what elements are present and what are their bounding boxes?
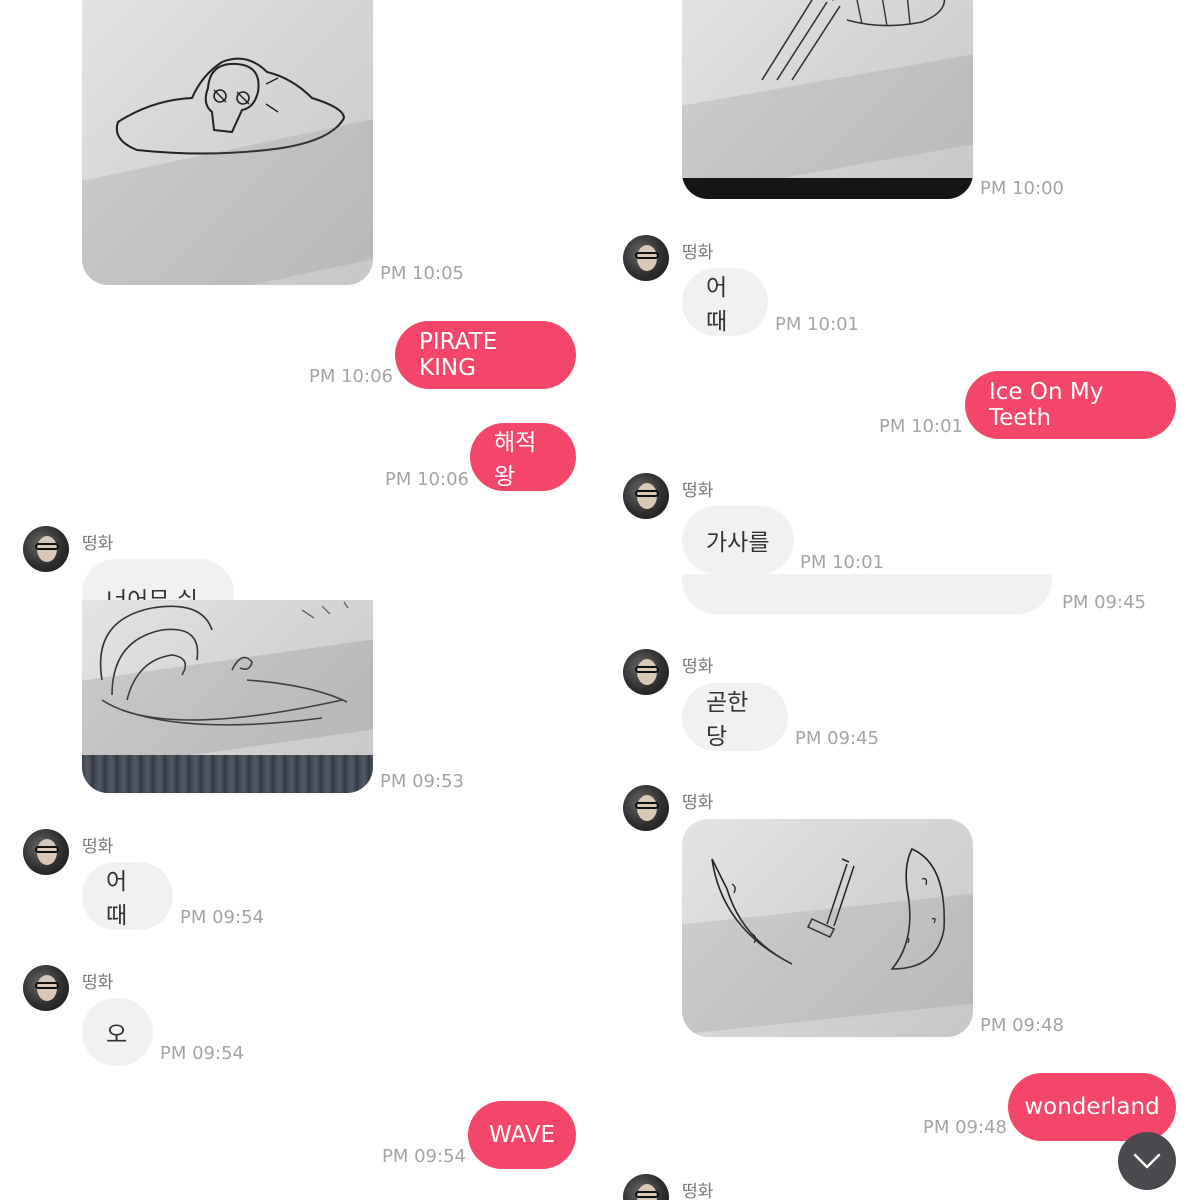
timestamp: PM 09:48 [923,1117,1007,1138]
avatar[interactable] [23,965,69,1011]
timestamp: PM 10:06 [385,469,469,490]
cut-off-message: PM 09:45 [600,574,1200,614]
sender-name: 떵화 [682,1182,714,1200]
timestamp: PM 09:54 [160,1043,244,1064]
timestamp: PM 10:01 [775,314,859,335]
timestamp: PM 09:53 [380,771,464,792]
sender-name: 떵화 [682,243,714,263]
avatar[interactable] [23,526,69,572]
avatar[interactable] [23,829,69,875]
timestamp: PM 10:06 [309,366,393,387]
chat-panel-right[interactable]: PM 10:00 떵화 어때 PM 10:01 Ice On My Teeth … [600,0,1200,1200]
avatar[interactable] [623,649,669,695]
sender-name: 떵화 [682,793,714,813]
sender-name: 떵화 [682,481,714,501]
outgoing-message[interactable]: WAVE [468,1101,576,1169]
incoming-message[interactable]: 가사를 [682,506,794,574]
timestamp: PM 09:48 [980,1015,1064,1036]
outgoing-message[interactable]: Ice On My Teeth [965,371,1176,439]
chevron-down-icon [1133,1153,1161,1169]
outgoing-message[interactable]: PIRATE KING [395,321,576,389]
chat-panel-left[interactable]: PM 10:05 PIRATE KING PM 10:06 해적왕 PM 10:… [0,0,600,1200]
timestamp: PM 10:01 [800,552,884,573]
scroll-to-bottom-button[interactable] [1118,1132,1176,1190]
photo-swords-drawing[interactable] [682,819,973,1037]
avatar[interactable] [623,1174,669,1200]
incoming-message[interactable]: 어때 [682,268,768,336]
sender-name: 떵화 [682,657,714,677]
timestamp: PM 10:01 [879,416,963,437]
timestamp: PM 09:54 [382,1146,466,1167]
timestamp: PM 09:54 [180,907,264,928]
sender-name: 떵화 [82,973,114,993]
avatar[interactable] [623,235,669,281]
sender-name: 떵화 [82,837,114,857]
incoming-message[interactable]: 오 [82,998,153,1066]
outgoing-message[interactable]: wonderland [1008,1073,1176,1141]
incoming-message[interactable]: 곧한당 [682,683,788,751]
avatar[interactable] [623,473,669,519]
incoming-message[interactable]: 어 때 [82,862,173,930]
timestamp: PM 09:45 [795,728,879,749]
timestamp: PM 10:00 [980,178,1064,199]
avatar[interactable] [623,785,669,831]
photo-wave-drawing[interactable] [82,600,373,793]
photo-sword-sketch-top[interactable] [682,0,973,199]
timestamp: PM 09:45 [1062,592,1146,613]
sender-name: 떵화 [82,534,114,554]
photo-pirate-hat[interactable] [82,0,373,285]
timestamp: PM 10:05 [380,263,464,284]
outgoing-message[interactable]: 해적왕 [470,423,576,491]
